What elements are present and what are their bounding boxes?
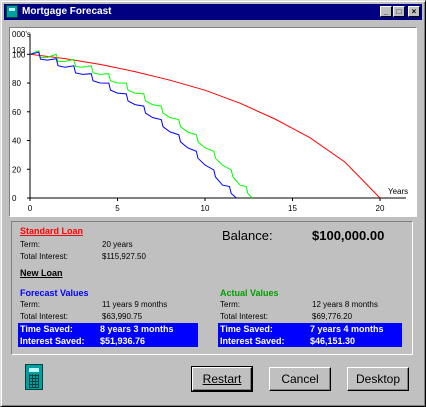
- forecast-values-title: Forecast Values: [20, 288, 89, 298]
- restart-label: Restart: [202, 372, 242, 386]
- actual-interest-value: $69,776.20: [312, 312, 353, 321]
- x-tick-label: 15: [288, 204, 297, 213]
- actual-interest-saved-value: $46,151.30: [310, 336, 356, 346]
- standard-loan-title: Standard Loan: [20, 226, 84, 236]
- new-loan-title: New Loan: [20, 268, 63, 278]
- mortgage-forecast-window: Mortgage Forecast _ □ × 000's Years 0 20 40 6…: [0, 0, 426, 407]
- forecast-time-saved-value: 8 years 3 months: [100, 324, 174, 334]
- y-tick-label: 40: [12, 137, 21, 146]
- title-bar[interactable]: Mortgage Forecast _ □ ×: [4, 4, 422, 20]
- summary-panel: Standard Loan Term: 20 years Total Inter…: [11, 221, 413, 355]
- standard-term-value: 20 years: [102, 240, 133, 249]
- forecast-interest-value: $63,990.75: [102, 312, 143, 321]
- actual-values-title: Actual Values: [220, 288, 279, 298]
- window-title: Mortgage Forecast: [22, 6, 112, 17]
- x-tick-label: 5: [115, 204, 120, 213]
- forecast-term-label: Term:: [20, 300, 40, 309]
- actual-savings-highlight: Time Saved: 7 years 4 months Interest Sa…: [218, 323, 402, 347]
- mortgage-chart: 000's Years 0 20 40 60 80 100 103 0 5 10 15 20: [9, 27, 417, 217]
- close-button[interactable]: ×: [408, 6, 420, 17]
- x-tick-label: 0: [28, 204, 33, 213]
- calculator-icon: [25, 364, 43, 390]
- y-tick-label: 20: [12, 165, 21, 174]
- forecast-time-saved-label: Time Saved:: [20, 324, 73, 334]
- standard-term-label: Term:: [20, 240, 40, 249]
- forecast-interest-saved-label: Interest Saved:: [20, 336, 85, 346]
- cancel-button[interactable]: Cancel: [269, 367, 331, 391]
- balance-value: $100,000.00: [312, 228, 385, 243]
- actual-time-saved-value: 7 years 4 months: [310, 324, 384, 334]
- balance-label: Balance:: [222, 228, 273, 243]
- y-tick-label: 80: [12, 79, 21, 88]
- actual-time-saved-label: Time Saved:: [220, 324, 273, 334]
- series-line-2: [29, 51, 237, 199]
- forecast-interest-saved-value: $51,936.76: [100, 336, 146, 346]
- desktop-button[interactable]: Desktop: [347, 367, 409, 391]
- x-tick-label: 20: [376, 204, 385, 213]
- y-tick-label: 60: [12, 108, 21, 117]
- actual-term-value: 12 years 8 months: [312, 300, 378, 309]
- forecast-term-value: 11 years 9 months: [102, 300, 168, 309]
- x-tick-label: 10: [201, 204, 210, 213]
- minimize-button[interactable]: _: [380, 6, 392, 17]
- maximize-button[interactable]: □: [393, 6, 405, 17]
- standard-interest-value: $115,927.50: [102, 252, 146, 261]
- actual-interest-label: Total Interest:: [220, 312, 269, 321]
- standard-interest-label: Total Interest:: [20, 252, 69, 261]
- y-top-label: 103: [12, 46, 26, 55]
- y-axis-label: 000's: [12, 30, 31, 39]
- calculator-icon[interactable]: [6, 5, 18, 18]
- restart-button[interactable]: Restart: [191, 366, 253, 392]
- series-line-0: [29, 53, 381, 199]
- actual-term-label: Term:: [220, 300, 240, 309]
- forecast-savings-highlight: Time Saved: 8 years 3 months Interest Sa…: [18, 323, 198, 347]
- forecast-interest-label: Total Interest:: [20, 312, 69, 321]
- x-axis-label: Years: [388, 187, 408, 196]
- actual-interest-saved-label: Interest Saved:: [220, 336, 285, 346]
- chart-svg: 000'sYears0204060801001030 5 10 15 20: [12, 30, 408, 213]
- y-tick-label: 0: [12, 194, 17, 203]
